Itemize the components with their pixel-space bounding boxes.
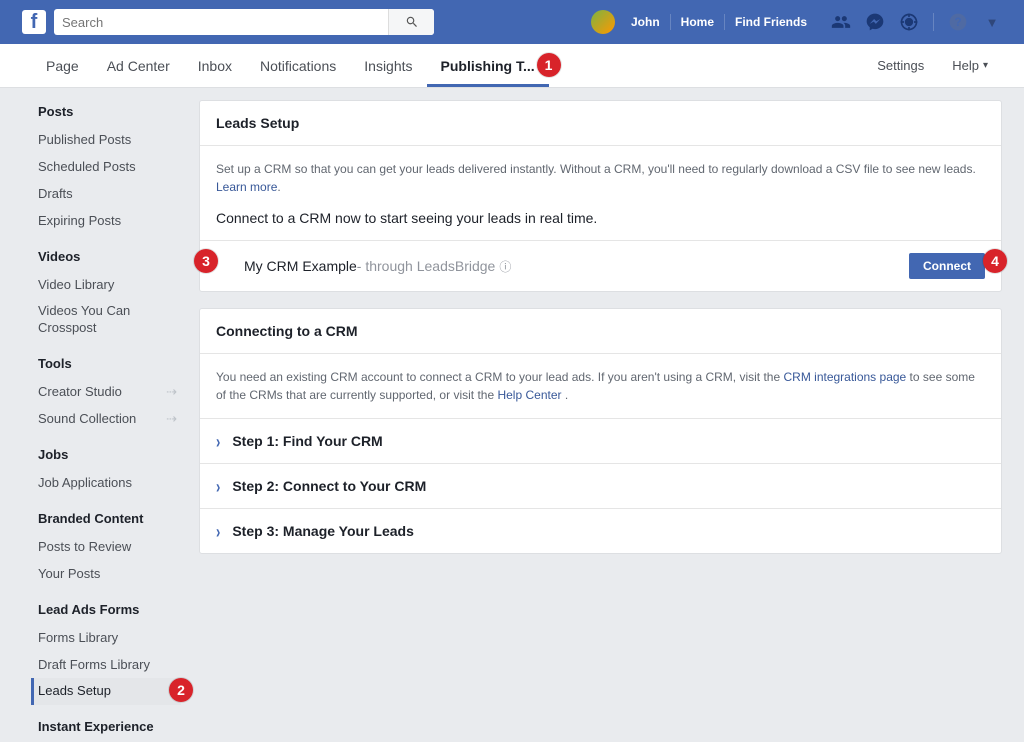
sidebar-section-instant-exp: Instant Experience <box>34 719 181 734</box>
topbar-right: John Home Find Friends ? ▼ <box>591 10 1002 34</box>
step-3-row[interactable]: › Step 3: Manage Your Leads <box>200 508 1001 553</box>
desc-text-1: You need an existing CRM account to conn… <box>216 370 783 384</box>
annotation-badge-1: 1 <box>537 53 561 77</box>
subnav-inbox[interactable]: Inbox <box>184 44 246 87</box>
chevron-right-icon: › <box>216 521 220 542</box>
sidebar-forms-library[interactable]: Forms Library <box>34 625 181 652</box>
annotation-badge-4: 4 <box>983 249 1007 273</box>
chevron-right-icon: › <box>216 476 220 497</box>
sidebar-published-posts[interactable]: Published Posts <box>34 127 181 154</box>
subnav-publishing-tools[interactable]: Publishing T... 1 <box>427 44 549 87</box>
dropdown-arrow-icon[interactable]: ▼ <box>982 12 1002 32</box>
external-icon: ⇢ <box>166 411 177 428</box>
sidebar: Posts Published Posts Scheduled Posts Dr… <box>22 100 187 742</box>
notifications-icon[interactable] <box>899 12 919 32</box>
leads-setup-card: Leads Setup Set up a CRM so that you can… <box>199 100 1002 292</box>
sidebar-videos-crosspost[interactable]: Videos You Can Crosspost <box>34 298 181 342</box>
learn-more-link[interactable]: Learn more <box>216 180 277 194</box>
subnav-insights[interactable]: Insights <box>350 44 426 87</box>
help-icon[interactable]: ? <box>948 12 968 32</box>
topbar: f John Home Find Friends ? ▼ <box>0 0 1024 44</box>
find-friends-link[interactable]: Find Friends <box>724 14 817 30</box>
main-content: Leads Setup Set up a CRM so that you can… <box>199 100 1002 742</box>
desc-text: Set up a CRM so that you can get your le… <box>216 162 976 176</box>
subnav-notifications[interactable]: Notifications <box>246 44 350 87</box>
page-content: Posts Published Posts Scheduled Posts Dr… <box>22 88 1002 742</box>
annotation-badge-3: 3 <box>194 249 218 273</box>
step-1-row[interactable]: › Step 1: Find Your CRM <box>200 418 1001 463</box>
label: Leads Setup <box>38 683 111 700</box>
home-link[interactable]: Home <box>670 14 724 30</box>
sidebar-video-library[interactable]: Video Library <box>34 272 181 299</box>
step-3-label: Step 3: Manage Your Leads <box>232 523 414 539</box>
connecting-desc: You need an existing CRM account to conn… <box>200 354 1001 418</box>
sidebar-section-lead-ads: Lead Ads Forms <box>34 602 181 617</box>
sidebar-section-posts: Posts <box>34 104 181 119</box>
info-icon[interactable]: ⓘ <box>499 258 511 275</box>
avatar[interactable] <box>591 10 615 34</box>
crm-row: 3 My CRM Example - through LeadsBridge ⓘ… <box>200 240 1001 291</box>
search-input[interactable] <box>54 15 388 30</box>
search-icon <box>405 15 419 29</box>
sidebar-creator-studio[interactable]: Creator Studio ⇢ <box>34 379 181 406</box>
subnav-page[interactable]: Page <box>32 44 93 87</box>
annotation-badge-2: 2 <box>169 678 193 702</box>
external-icon: ⇢ <box>166 384 177 401</box>
profile-name-link[interactable]: John <box>621 14 670 30</box>
search-button[interactable] <box>388 9 434 35</box>
chevron-right-icon: › <box>216 431 220 452</box>
sidebar-draft-forms-library[interactable]: Draft Forms Library <box>34 652 181 679</box>
crm-integrations-link[interactable]: CRM integrations page <box>783 370 906 384</box>
search-container <box>54 9 434 35</box>
crm-subtext: - through LeadsBridge <box>357 258 496 274</box>
crm-name: My CRM Example <box>238 258 357 274</box>
label: Creator Studio <box>38 384 122 401</box>
sidebar-sound-collection[interactable]: Sound Collection ⇢ <box>34 406 181 433</box>
connecting-crm-card: Connecting to a CRM You need an existing… <box>199 308 1002 554</box>
sidebar-posts-to-review[interactable]: Posts to Review <box>34 534 181 561</box>
leads-setup-title: Leads Setup <box>200 101 1001 146</box>
connecting-title: Connecting to a CRM <box>200 309 1001 354</box>
step-2-row[interactable]: › Step 2: Connect to Your CRM <box>200 463 1001 508</box>
sidebar-drafts[interactable]: Drafts <box>34 181 181 208</box>
sidebar-expiring-posts[interactable]: Expiring Posts <box>34 208 181 235</box>
connect-prompt: Connect to a CRM now to start seeing you… <box>200 210 1001 240</box>
sidebar-job-applications[interactable]: Job Applications <box>34 470 181 497</box>
sidebar-your-posts[interactable]: Your Posts <box>34 561 181 588</box>
subnav-help[interactable]: Help <box>938 44 1002 87</box>
messenger-icon[interactable] <box>865 12 885 32</box>
desc-text-3: . <box>562 388 569 402</box>
connect-button[interactable]: Connect <box>909 253 985 279</box>
subnav-publishing-label: Publishing T... <box>441 58 535 74</box>
subnav-ad-center[interactable]: Ad Center <box>93 44 184 87</box>
leads-setup-desc: Set up a CRM so that you can get your le… <box>200 146 1001 210</box>
sidebar-section-tools: Tools <box>34 356 181 371</box>
sidebar-scheduled-posts[interactable]: Scheduled Posts <box>34 154 181 181</box>
label: Sound Collection <box>38 411 136 428</box>
step-2-label: Step 2: Connect to Your CRM <box>232 478 426 494</box>
svg-text:?: ? <box>954 16 961 29</box>
sidebar-section-branded: Branded Content <box>34 511 181 526</box>
step-1-label: Step 1: Find Your CRM <box>232 433 382 449</box>
subnav-settings[interactable]: Settings <box>863 44 938 87</box>
sidebar-section-videos: Videos <box>34 249 181 264</box>
facebook-logo[interactable]: f <box>22 10 46 34</box>
sidebar-section-jobs: Jobs <box>34 447 181 462</box>
friends-icon[interactable] <box>831 12 851 32</box>
help-center-link[interactable]: Help Center <box>497 388 561 402</box>
subnav: Page Ad Center Inbox Notifications Insig… <box>0 44 1024 88</box>
